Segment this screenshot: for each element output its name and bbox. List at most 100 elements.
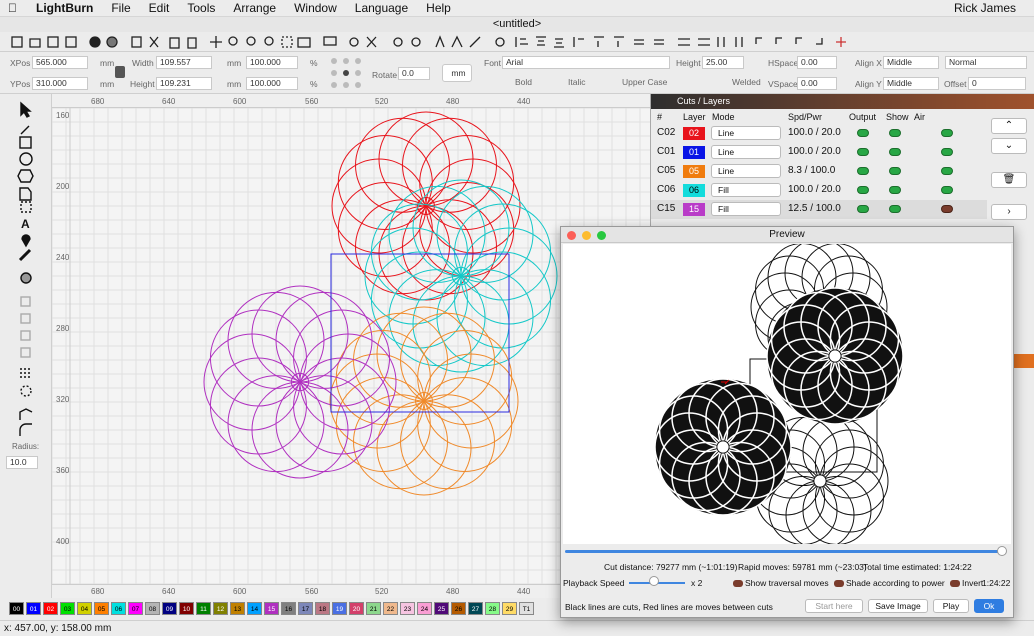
- palette-swatch[interactable]: 06: [111, 601, 126, 615]
- palette-swatch[interactable]: 17: [298, 601, 313, 615]
- output-toggle[interactable]: [857, 129, 869, 137]
- italic-checkbox[interactable]: Italic: [568, 77, 585, 87]
- radius-input[interactable]: 10.0: [6, 456, 38, 469]
- palette-swatch[interactable]: 15: [264, 601, 279, 615]
- palette-swatch[interactable]: 12: [213, 601, 228, 615]
- alignx-select[interactable]: Middle: [883, 56, 939, 69]
- palette-swatch[interactable]: 19: [332, 601, 347, 615]
- palette-swatch[interactable]: 25: [434, 601, 449, 615]
- move-layer-down-button[interactable]: ⌄: [991, 138, 1027, 154]
- bold-checkbox[interactable]: Bold: [515, 77, 532, 87]
- play-button[interactable]: Play: [933, 599, 969, 613]
- palette-swatch[interactable]: 11: [196, 601, 211, 615]
- mode-select[interactable]: Line: [711, 164, 781, 178]
- output-toggle[interactable]: [857, 148, 869, 156]
- show-traversal-toggle[interactable]: [733, 580, 743, 587]
- palette-swatch[interactable]: 14: [247, 601, 262, 615]
- palette-swatch[interactable]: 01: [26, 601, 41, 615]
- menu-window[interactable]: Window: [285, 1, 346, 15]
- palette-swatch[interactable]: 05: [94, 601, 109, 615]
- palette-swatch[interactable]: 07: [128, 601, 143, 615]
- anchor-grid[interactable]: [328, 55, 364, 91]
- width-input[interactable]: 109.557: [156, 56, 212, 69]
- menu-help[interactable]: Help: [417, 1, 460, 15]
- air-toggle[interactable]: [941, 167, 953, 175]
- palette-swatch[interactable]: 09: [162, 601, 177, 615]
- show-toggle[interactable]: [889, 148, 901, 156]
- cut-row[interactable]: C06 06 Fill 100.0 / 20.0: [651, 181, 987, 200]
- output-toggle[interactable]: [857, 205, 869, 213]
- text-mode-select[interactable]: Normal: [945, 56, 1027, 69]
- close-window-button[interactable]: [567, 231, 576, 240]
- mode-select[interactable]: Fill: [711, 183, 781, 197]
- preview-progress-bar[interactable]: [565, 550, 1003, 553]
- menu-app[interactable]: LightBurn: [27, 1, 102, 15]
- ok-button[interactable]: Ok: [974, 599, 1004, 613]
- palette-swatch[interactable]: T1: [519, 601, 534, 615]
- palette-swatch[interactable]: 10: [179, 601, 194, 615]
- palette-swatch[interactable]: 16: [281, 601, 296, 615]
- palette-swatch[interactable]: 23: [400, 601, 415, 615]
- output-toggle[interactable]: [857, 186, 869, 194]
- palette-swatch[interactable]: 04: [77, 601, 92, 615]
- unit-toggle-button[interactable]: mm: [442, 64, 472, 82]
- delete-layer-button[interactable]: 🗑: [991, 172, 1027, 188]
- hspace-input[interactable]: 0.00: [797, 56, 837, 69]
- show-toggle[interactable]: [889, 167, 901, 175]
- air-toggle[interactable]: [941, 205, 953, 213]
- minimize-window-button[interactable]: [582, 231, 591, 240]
- palette-swatch[interactable]: 21: [366, 601, 381, 615]
- rotate-input[interactable]: 0.0: [398, 67, 430, 80]
- scale-h-input[interactable]: 100.000: [246, 77, 298, 90]
- palette-swatch[interactable]: 20: [349, 601, 364, 615]
- palette-swatch[interactable]: 24: [417, 601, 432, 615]
- scale-w-input[interactable]: 100.000: [246, 56, 298, 69]
- palette-swatch[interactable]: 00: [9, 601, 24, 615]
- menu-tools[interactable]: Tools: [178, 1, 224, 15]
- air-toggle[interactable]: [941, 148, 953, 156]
- aligny-select[interactable]: Middle: [883, 77, 939, 90]
- font-select[interactable]: Arial: [502, 56, 670, 69]
- shade-toggle[interactable]: [834, 580, 844, 587]
- height-input[interactable]: 109.231: [156, 77, 212, 90]
- ypos-input[interactable]: 310.000: [32, 77, 88, 90]
- palette-swatch[interactable]: 28: [485, 601, 500, 615]
- apple-icon[interactable]: : [0, 1, 27, 15]
- palette-swatch[interactable]: 02: [43, 601, 58, 615]
- font-height-input[interactable]: 25.00: [702, 56, 744, 69]
- progress-handle[interactable]: [997, 546, 1007, 556]
- palette-swatch[interactable]: 13: [230, 601, 245, 615]
- expand-layer-button[interactable]: ›: [991, 204, 1027, 220]
- palette-swatch[interactable]: 29: [502, 601, 517, 615]
- user-name[interactable]: Rick James: [954, 1, 1016, 15]
- output-toggle[interactable]: [857, 167, 869, 175]
- mode-select[interactable]: Fill: [711, 202, 781, 216]
- air-toggle[interactable]: [941, 129, 953, 137]
- uppercase-checkbox[interactable]: Upper Case: [622, 77, 667, 87]
- palette-swatch[interactable]: 27: [468, 601, 483, 615]
- palette-swatch[interactable]: 08: [145, 601, 160, 615]
- invert-toggle[interactable]: [950, 580, 960, 587]
- cut-row[interactable]: C01 01 Line 100.0 / 20.0: [651, 143, 987, 162]
- vspace-input[interactable]: 0.00: [797, 77, 837, 90]
- save-image-button[interactable]: Save Image: [868, 599, 928, 613]
- palette-swatch[interactable]: 03: [60, 601, 75, 615]
- air-toggle[interactable]: [941, 186, 953, 194]
- show-toggle[interactable]: [889, 205, 901, 213]
- xpos-input[interactable]: 565.000: [32, 56, 88, 69]
- welded-checkbox[interactable]: Welded: [732, 77, 761, 87]
- lock-icon[interactable]: [115, 66, 125, 78]
- palette-swatch[interactable]: 26: [451, 601, 466, 615]
- show-toggle[interactable]: [889, 129, 901, 137]
- menu-arrange[interactable]: Arrange: [224, 1, 285, 15]
- purple-rosette[interactable]: [203, 285, 397, 479]
- cut-row[interactable]: C05 05 Line 8.3 / 100.0: [651, 162, 987, 181]
- mode-select[interactable]: Line: [711, 145, 781, 159]
- cut-row[interactable]: C02 02 Line 100.0 / 20.0: [651, 124, 987, 143]
- menu-edit[interactable]: Edit: [140, 1, 179, 15]
- show-toggle[interactable]: [889, 186, 901, 194]
- menu-language[interactable]: Language: [346, 1, 417, 15]
- palette-swatch[interactable]: 18: [315, 601, 330, 615]
- palette-swatch[interactable]: 22: [383, 601, 398, 615]
- maximize-window-button[interactable]: [597, 231, 606, 240]
